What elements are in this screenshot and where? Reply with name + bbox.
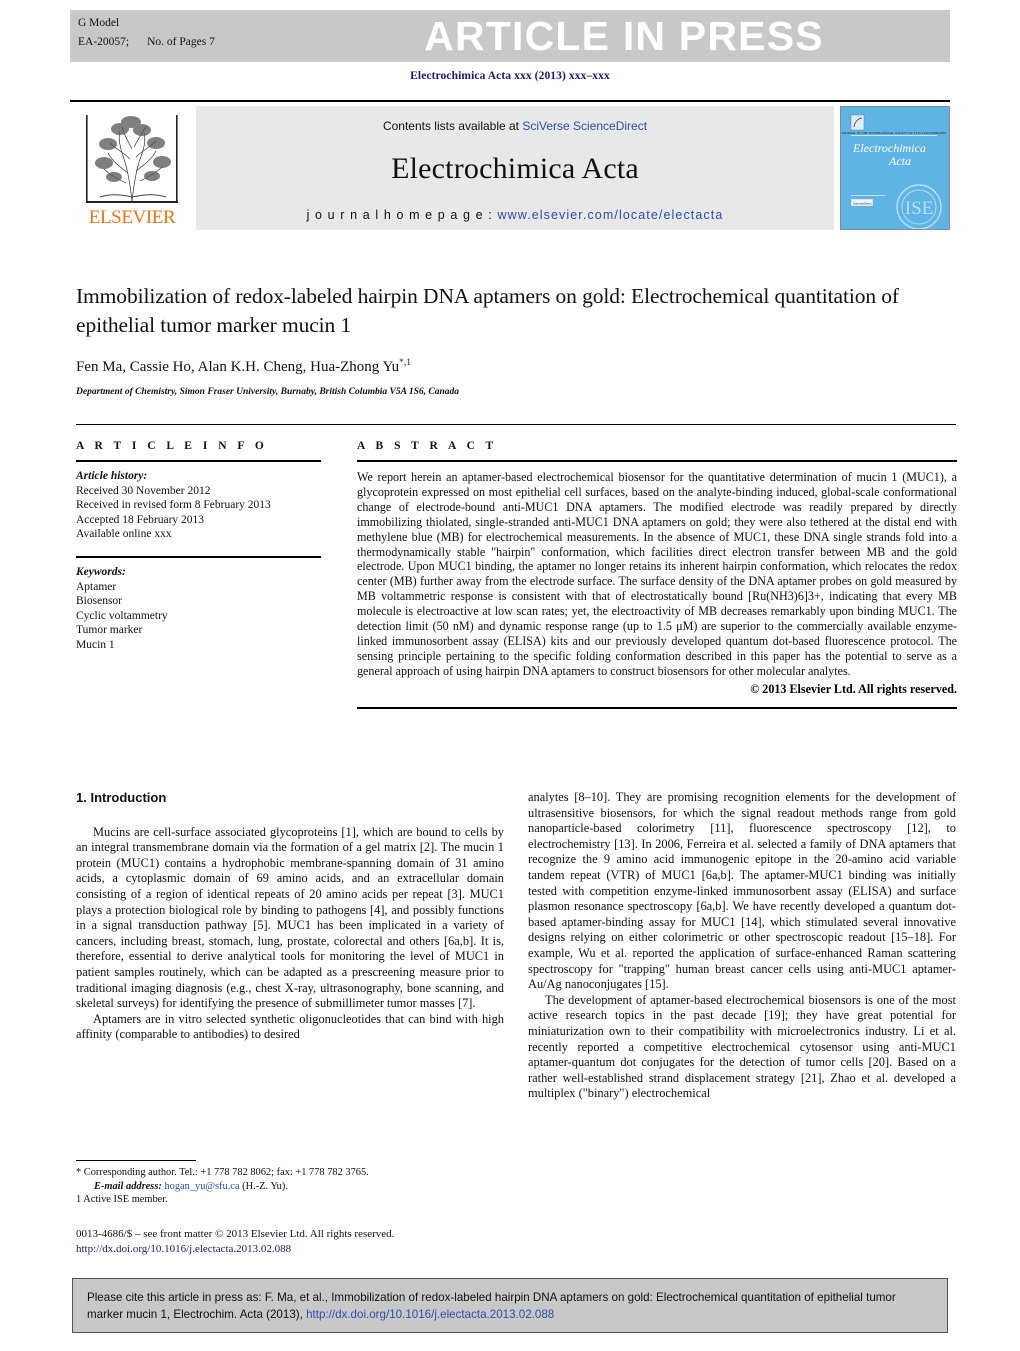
article-id: EA-20057;: [78, 36, 130, 48]
abstract-heading: A B S T R A C T: [357, 440, 498, 452]
title-block: Immobilization of redox-labeled hairpin …: [76, 282, 956, 397]
svg-text:Acta: Acta: [888, 154, 911, 168]
contents-prefix: Contents lists available at: [382, 119, 523, 133]
email-suffix: (H.-Z. Yu).: [242, 1180, 288, 1192]
footnote-divider: [76, 1160, 196, 1161]
author-list: Fen Ma, Cassie Ho, Alan K.H. Cheng, Hua-…: [76, 358, 956, 376]
author-footnote-marks[interactable]: *,1: [399, 358, 411, 368]
issn-line: 0013-4686/$ – see front matter © 2013 El…: [76, 1228, 395, 1240]
journal-masthead: ELSEVIER Contents lists available at Sci…: [70, 100, 950, 230]
keywords-group: Keywords: Aptamer Biosensor Cyclic volta…: [76, 565, 321, 653]
article-history-group: Article history: Received 30 November 20…: [76, 469, 321, 542]
abstract-bottom-rule: [357, 706, 957, 709]
svg-text:ISE: ISE: [905, 198, 934, 219]
ise-member-note: 1 Active ISE member.: [76, 1194, 168, 1206]
abstract-panel: A B S T R A C T We report herein an apta…: [357, 440, 957, 709]
journal-homepage-line: j o u r n a l h o m e p a g e : www.else…: [196, 208, 834, 222]
keyword-item: Mucin 1: [76, 638, 115, 651]
sciencedirect-link[interactable]: SciVerse ScienceDirect: [522, 119, 647, 133]
keyword-item: Aptamer: [76, 580, 117, 593]
abstract-copyright: © 2013 Elsevier Ltd. All rights reserved…: [750, 681, 957, 696]
keywords-label: Keywords:: [76, 565, 126, 578]
footnotes-block: * Corresponding author. Tel.: +1 778 782…: [76, 1166, 496, 1207]
article-info-heading: A R T I C L E I N F O: [76, 440, 268, 452]
cite-this-article-box: Please cite this article in press as: F.…: [72, 1278, 948, 1333]
body-paragraph: Mucins are cell-surface associated glyco…: [76, 824, 504, 1011]
journal-name: Electrochimica Acta: [391, 152, 639, 185]
keyword-item: Cyclic voltammetry: [76, 609, 168, 622]
email-link[interactable]: hogan_yu@sfu.ca: [164, 1181, 239, 1192]
svg-text:JOURNAL OF THE INTERNATIONAL S: JOURNAL OF THE INTERNATIONAL SOCIETY OF …: [842, 131, 947, 135]
keyword-item: Biosensor: [76, 595, 122, 608]
homepage-label: j o u r n a l h o m e p a g e :: [306, 208, 498, 222]
history-item: Accepted 18 February 2013: [76, 513, 205, 526]
journal-cover-thumbnail: JOURNAL OF THE INTERNATIONAL SOCIETY OF …: [840, 106, 950, 230]
author-names: Fen Ma, Cassie Ho, Alan K.H. Cheng, Hua-…: [76, 359, 400, 375]
elsevier-logo: ELSEVIER: [70, 106, 194, 230]
article-info-rule: [76, 460, 321, 462]
svg-text:Electrochimica: Electrochimica: [852, 141, 926, 155]
contents-available-line: Contents lists available at SciVerse Sci…: [196, 106, 834, 133]
issn-copyright-block: 0013-4686/$ – see front matter © 2013 El…: [76, 1227, 506, 1256]
cite-doi-link[interactable]: http://dx.doi.org/10.1016/j.electacta.20…: [306, 1308, 554, 1321]
elsevier-tree-icon: [86, 115, 178, 203]
journal-citation-line: Electrochimica Acta xxx (2013) xxx–xxx: [410, 70, 610, 82]
body-paragraph: Aptamers are in vitro selected synthetic…: [76, 1011, 504, 1042]
history-item: Available online xxx: [76, 528, 172, 541]
article-in-press-title: ARTICLE IN PRESS: [424, 13, 824, 59]
corresponding-author-text: * Corresponding author. Tel.: +1 778 782…: [76, 1167, 369, 1178]
doi-link[interactable]: http://dx.doi.org/10.1016/j.electacta.20…: [76, 1242, 506, 1257]
body-paragraph: analytes [8–10]. They are promising reco…: [528, 790, 956, 992]
section-heading-introduction: 1. Introduction: [76, 790, 167, 805]
masthead-center-panel: Contents lists available at SciVerse Sci…: [196, 106, 834, 230]
article-in-press-banner: G Model EA-20057; No. of Pages 7 ARTICLE…: [70, 10, 950, 62]
abstract-text: We report herein an aptamer-based electr…: [357, 470, 957, 678]
article-info-panel: A R T I C L E I N F O Article history: R…: [76, 440, 321, 653]
abstract-rule: [357, 460, 957, 462]
cover-artwork: JOURNAL OF THE INTERNATIONAL SOCIETY OF …: [841, 107, 947, 229]
email-note: E-mail address: hogan_yu@sfu.ca (H.-Z. Y…: [76, 1180, 496, 1194]
history-item: Received in revised form 8 February 2013: [76, 499, 271, 512]
corresponding-author-note: * Corresponding author. Tel.: +1 778 782…: [76, 1166, 496, 1180]
article-page: G Model EA-20057; No. of Pages 7 ARTICLE…: [0, 0, 1020, 1351]
keyword-item: Tumor marker: [76, 624, 143, 637]
elsevier-wordmark: ELSEVIER: [88, 207, 176, 228]
email-label: E-mail address:: [94, 1180, 162, 1192]
body-column-right: analytes [8–10]. They are promising reco…: [528, 790, 956, 1102]
svg-text:ScienceDirect: ScienceDirect: [853, 201, 872, 205]
body-column-left: 1. Introduction Mucins are cell-surface …: [76, 790, 504, 1043]
affiliation: Department of Chemistry, Simon Fraser Un…: [76, 387, 459, 397]
keywords-rule: [76, 555, 321, 558]
body-paragraph: The development of aptamer-based electro…: [528, 992, 956, 1101]
page-title: Immobilization of redox-labeled hairpin …: [76, 284, 899, 337]
homepage-url-link[interactable]: www.elsevier.com/locate/electacta: [497, 208, 723, 222]
header-divider: [76, 424, 956, 425]
history-item: Received 30 November 2012: [76, 484, 211, 497]
page-count: No. of Pages 7: [147, 36, 215, 48]
article-history-label: Article history:: [76, 470, 148, 482]
cite-text: Please cite this article in press as: F.…: [73, 1279, 947, 1333]
